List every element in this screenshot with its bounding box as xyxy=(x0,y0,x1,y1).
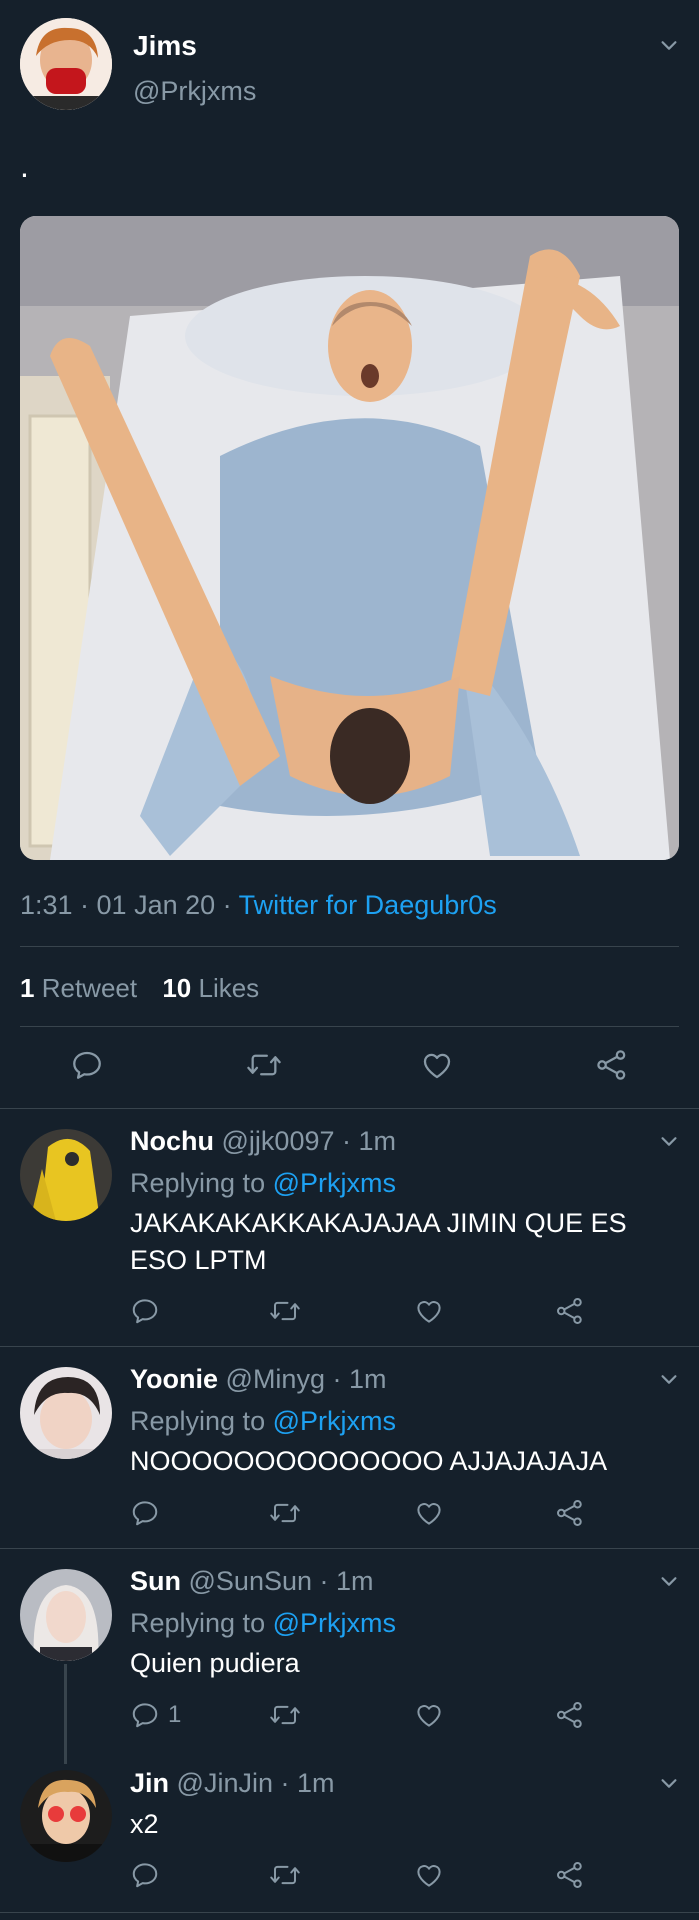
tweet-media-image[interactable] xyxy=(20,216,679,860)
divider xyxy=(20,1026,679,1027)
share-button[interactable] xyxy=(555,1700,585,1730)
replying-to-handle[interactable]: @Prkjxms xyxy=(273,1608,396,1638)
retweet-icon xyxy=(270,1301,300,1321)
heart-icon xyxy=(417,1705,441,1727)
reply-author-handle[interactable]: @SunSun · 1m xyxy=(189,1566,374,1596)
divider xyxy=(20,946,679,947)
share-button[interactable] xyxy=(555,1498,585,1528)
like-button[interactable] xyxy=(414,1498,444,1528)
reply-text: x2 xyxy=(130,1809,159,1839)
reply-button[interactable]: 1 xyxy=(130,1700,181,1730)
share-button[interactable] xyxy=(555,1296,585,1326)
replying-to-label: Replying to xyxy=(130,1608,266,1638)
reply-button[interactable] xyxy=(70,1048,104,1082)
replying-to: Replying to @Prkjxms xyxy=(130,1608,396,1639)
reply-author-handle[interactable]: @Minyg · 1m xyxy=(226,1364,387,1394)
heart-icon xyxy=(417,1503,441,1525)
replying-to-handle[interactable]: @Prkjxms xyxy=(273,1406,396,1436)
reply-header: Yoonie @Minyg · 1m xyxy=(130,1364,386,1395)
reply-text: Quien pudiera xyxy=(130,1648,300,1678)
retweets-label: Retweet xyxy=(41,973,138,1003)
divider xyxy=(0,1912,699,1913)
reply-avatar[interactable] xyxy=(20,1569,112,1661)
tweet-source-link[interactable]: Twitter for Daegubr0s xyxy=(239,890,497,920)
share-icon xyxy=(557,1862,582,1888)
like-button[interactable] xyxy=(414,1700,444,1730)
reply-avatar[interactable] xyxy=(20,1129,112,1221)
divider xyxy=(0,1346,699,1347)
replying-to: Replying to @Prkjxms xyxy=(130,1406,396,1437)
likes-count: 10 xyxy=(162,973,192,1003)
reply-icon xyxy=(132,1299,158,1324)
divider xyxy=(0,1548,699,1549)
reply-author-handle[interactable]: @jjk0097 · 1m xyxy=(222,1126,396,1156)
reply-button[interactable] xyxy=(130,1860,160,1890)
retweet-button[interactable] xyxy=(268,1860,302,1890)
likes-stat[interactable]: 10 Likes xyxy=(162,973,259,1003)
reply-author-name[interactable]: Jin xyxy=(130,1768,169,1798)
chevron-down-icon[interactable] xyxy=(658,1130,680,1152)
tweet-timestamp: 1:31 · 01 Jan 20 · xyxy=(20,890,232,920)
heart-icon xyxy=(423,1053,451,1079)
reply-icon xyxy=(132,1703,158,1728)
retweet-icon xyxy=(270,1705,300,1725)
reply-button[interactable] xyxy=(130,1296,160,1326)
chevron-down-icon[interactable] xyxy=(658,34,680,56)
share-icon xyxy=(557,1702,582,1728)
author-avatar[interactable] xyxy=(20,18,112,110)
reply-header: Sun @SunSun · 1m xyxy=(130,1566,374,1597)
likes-label: Likes xyxy=(198,973,260,1003)
like-button[interactable] xyxy=(414,1860,444,1890)
reply-author-name[interactable]: Nochu xyxy=(130,1126,214,1156)
retweets-count: 1 xyxy=(20,973,35,1003)
tweet-text: . xyxy=(20,148,29,184)
reply-count: 1 xyxy=(168,1701,182,1728)
like-button[interactable] xyxy=(414,1296,444,1326)
reply-text: JAKAKAKAKKAKAJAJAA JIMIN QUE ES ESO LPTM xyxy=(130,1208,627,1275)
reply-icon xyxy=(132,1501,158,1526)
reply-button[interactable] xyxy=(130,1498,160,1528)
tweet-stats: 1 Retweet 10 Likes xyxy=(20,973,259,1004)
reply-author-name[interactable]: Sun xyxy=(130,1566,181,1596)
retweets-stat[interactable]: 1 Retweet xyxy=(20,973,144,1003)
reply-author-handle[interactable]: @JinJin · 1m xyxy=(177,1768,335,1798)
retweet-button[interactable] xyxy=(268,1498,302,1528)
tweet-meta: 1:31 · 01 Jan 20 · Twitter for Daegubr0s xyxy=(20,890,497,921)
reply-text: NOOOOOOOOOOOOOO AJJAJAJAJA xyxy=(130,1446,608,1476)
retweet-icon xyxy=(247,1054,281,1076)
share-icon xyxy=(557,1500,582,1526)
replying-to: Replying to @Prkjxms xyxy=(130,1168,396,1199)
reply-icon xyxy=(73,1051,101,1079)
replying-to-label: Replying to xyxy=(130,1406,266,1436)
chevron-down-icon[interactable] xyxy=(658,1368,680,1390)
reply-header: Nochu @jjk0097 · 1m xyxy=(130,1126,396,1157)
reply-avatar[interactable] xyxy=(20,1770,112,1862)
thread-connector-line xyxy=(64,1664,67,1764)
chevron-down-icon[interactable] xyxy=(658,1772,680,1794)
retweet-icon xyxy=(270,1503,300,1523)
retweet-button[interactable] xyxy=(245,1048,283,1082)
heart-icon xyxy=(417,1865,441,1887)
replying-to-label: Replying to xyxy=(130,1168,266,1198)
author-name[interactable]: Jims xyxy=(133,30,197,62)
replying-to-handle[interactable]: @Prkjxms xyxy=(273,1168,396,1198)
chevron-down-icon[interactable] xyxy=(658,1570,680,1592)
like-button[interactable] xyxy=(420,1048,454,1082)
share-icon xyxy=(597,1050,626,1080)
heart-icon xyxy=(417,1301,441,1323)
share-button[interactable] xyxy=(595,1048,629,1082)
reply-icon xyxy=(132,1863,158,1888)
share-icon xyxy=(557,1298,582,1324)
divider xyxy=(0,1108,699,1109)
retweet-button[interactable] xyxy=(268,1296,302,1326)
retweet-button[interactable] xyxy=(268,1700,302,1730)
retweet-icon xyxy=(270,1865,300,1885)
author-handle[interactable]: @Prkjxms xyxy=(133,76,256,107)
share-button[interactable] xyxy=(555,1860,585,1890)
reply-author-name[interactable]: Yoonie xyxy=(130,1364,218,1394)
reply-header: Jin @JinJin · 1m xyxy=(130,1768,334,1799)
reply-avatar[interactable] xyxy=(20,1367,112,1459)
